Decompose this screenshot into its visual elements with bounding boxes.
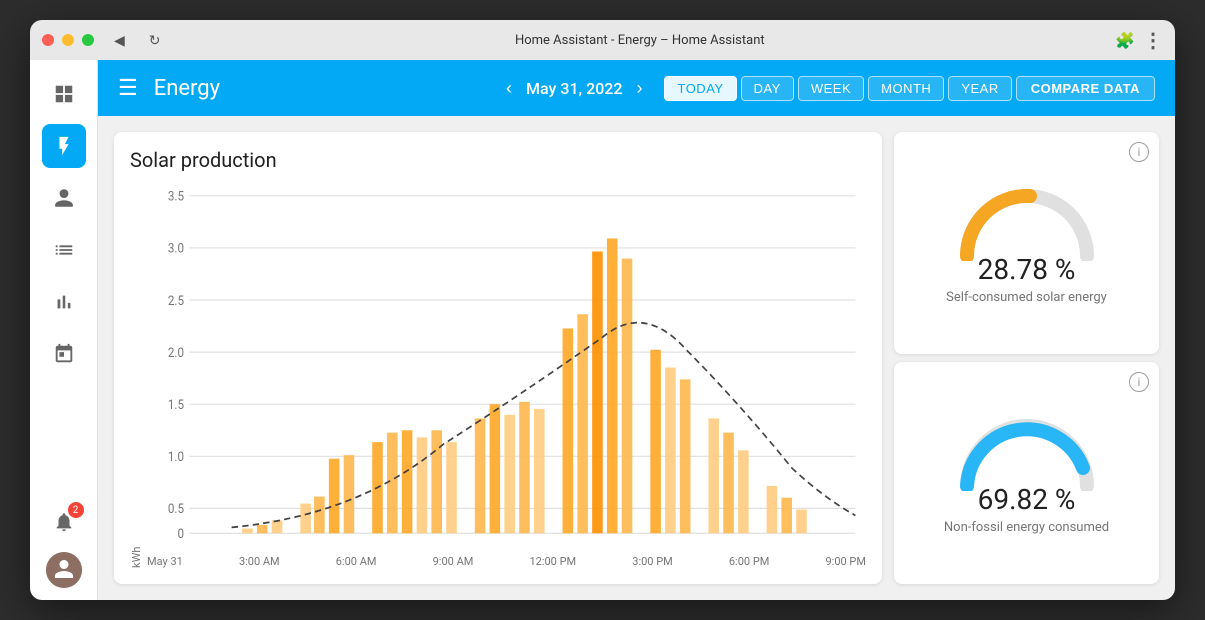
- chart-inner: 3.5 3.0 2.5 2.0 1.5 1.0 0.5 0: [147, 184, 866, 568]
- x-label-1: 3:00 AM: [239, 555, 280, 568]
- notification-bell[interactable]: 2: [42, 500, 86, 544]
- solar-gauge-label: Self-consumed solar energy: [946, 290, 1107, 305]
- period-selector: TODAY DAY WEEK MONTH YEAR COMPARE DATA: [664, 76, 1155, 101]
- x-axis-labels: May 31 3:00 AM 6:00 AM 9:00 AM 12:00 PM …: [147, 551, 866, 568]
- sidebar-bottom: 2: [42, 500, 86, 588]
- date-navigation: ‹ May 31, 2022 ›: [500, 76, 648, 101]
- extension-icon[interactable]: 🧩: [1115, 31, 1135, 50]
- more-menu-icon[interactable]: ⋮: [1143, 28, 1163, 52]
- fossil-gauge-value: 69.82 %: [978, 483, 1076, 516]
- chart-title: Solar production: [130, 148, 866, 172]
- refresh-button[interactable]: ↻: [145, 30, 165, 51]
- x-label-0: May 31: [147, 555, 183, 568]
- day-button[interactable]: DAY: [741, 76, 794, 101]
- right-panel: i 28.78 % Self-consumed solar energy i: [894, 132, 1159, 584]
- chart-svg: 3.5 3.0 2.5 2.0 1.5 1.0 0.5 0: [147, 184, 866, 551]
- solar-gauge-card: i 28.78 % Self-consumed solar energy: [894, 132, 1159, 354]
- solar-gauge-svg: [952, 181, 1102, 261]
- svg-text:2.5: 2.5: [168, 294, 184, 309]
- fossil-gauge-card: i 69.82 % Non-fossil energy consumed: [894, 362, 1159, 584]
- url-bar: Home Assistant - Energy – Home Assistant: [173, 33, 1108, 48]
- close-dot[interactable]: [42, 34, 54, 46]
- svg-text:1.5: 1.5: [168, 398, 184, 413]
- chart-wrapper: kWh: [130, 184, 866, 568]
- year-button[interactable]: YEAR: [948, 76, 1011, 101]
- solar-gauge-value: 28.78 %: [978, 253, 1076, 286]
- sidebar-item-dashboard[interactable]: [42, 72, 86, 116]
- solar-production-chart-card: Solar production kWh: [114, 132, 882, 584]
- svg-text:1.0: 1.0: [168, 450, 184, 465]
- browser-extensions: 🧩 ⋮: [1115, 28, 1163, 52]
- sidebar-item-list[interactable]: [42, 228, 86, 272]
- page-title: Energy: [154, 76, 220, 101]
- x-label-3: 9:00 AM: [433, 555, 474, 568]
- compare-data-button[interactable]: COMPARE DATA: [1016, 76, 1155, 101]
- chart-svg-container: 3.5 3.0 2.5 2.0 1.5 1.0 0.5 0: [147, 184, 866, 551]
- x-label-6: 6:00 PM: [729, 555, 769, 568]
- app-container: 2 ☰ Energy ‹ May 31, 2022 › TODAY: [30, 60, 1175, 600]
- svg-text:3.0: 3.0: [168, 242, 184, 257]
- svg-text:3.5: 3.5: [168, 190, 184, 205]
- sidebar: 2: [30, 60, 98, 600]
- x-label-4: 12:00 PM: [529, 555, 576, 568]
- minimize-dot[interactable]: [62, 34, 74, 46]
- solar-gauge-info-icon[interactable]: i: [1129, 142, 1149, 162]
- y-axis-label: kWh: [130, 184, 143, 568]
- today-button[interactable]: TODAY: [664, 76, 736, 101]
- x-label-7: 9:00 PM: [825, 555, 865, 568]
- svg-text:2.0: 2.0: [168, 346, 184, 361]
- content-area: Solar production kWh: [98, 116, 1175, 600]
- fossil-gauge-info-icon[interactable]: i: [1129, 372, 1149, 392]
- fullscreen-dot[interactable]: [82, 34, 94, 46]
- back-button[interactable]: ◀: [110, 30, 129, 51]
- fossil-gauge-label: Non-fossil energy consumed: [944, 520, 1109, 535]
- x-label-5: 3:00 PM: [632, 555, 672, 568]
- main-content: ☰ Energy ‹ May 31, 2022 › TODAY DAY WEEK…: [98, 60, 1175, 600]
- avatar[interactable]: [46, 552, 82, 588]
- svg-text:0: 0: [177, 527, 184, 542]
- menu-button[interactable]: ☰: [118, 75, 138, 101]
- sidebar-item-stats[interactable]: [42, 280, 86, 324]
- current-date: May 31, 2022: [526, 79, 622, 98]
- week-button[interactable]: WEEK: [798, 76, 864, 101]
- notification-count: 2: [68, 502, 84, 518]
- prev-date-button[interactable]: ‹: [500, 76, 518, 101]
- browser-window: ◀ ↻ Home Assistant - Energy – Home Assis…: [30, 20, 1175, 600]
- x-label-2: 6:00 AM: [336, 555, 377, 568]
- svg-text:0.5: 0.5: [168, 503, 184, 518]
- top-bar: ☰ Energy ‹ May 31, 2022 › TODAY DAY WEEK…: [98, 60, 1175, 116]
- next-date-button[interactable]: ›: [630, 76, 648, 101]
- sidebar-item-calendar[interactable]: [42, 332, 86, 376]
- browser-chrome: ◀ ↻ Home Assistant - Energy – Home Assis…: [30, 20, 1175, 60]
- sidebar-item-energy[interactable]: [42, 124, 86, 168]
- fossil-gauge-svg: [952, 411, 1102, 491]
- month-button[interactable]: MONTH: [868, 76, 944, 101]
- sidebar-item-user[interactable]: [42, 176, 86, 220]
